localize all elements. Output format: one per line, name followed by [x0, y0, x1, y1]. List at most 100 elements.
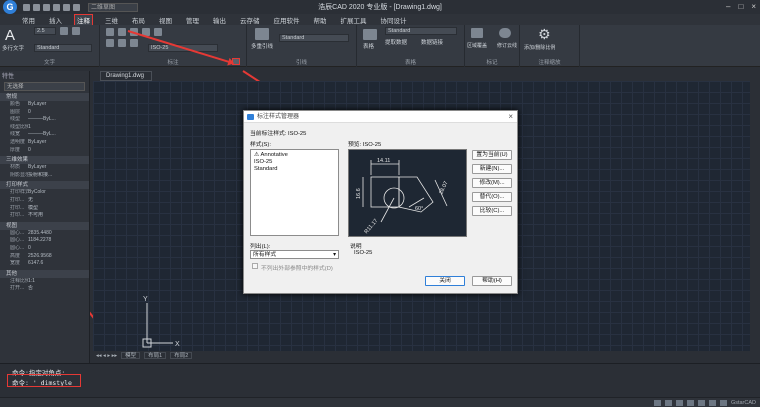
- dialog-close-button[interactable]: 关闭: [425, 276, 465, 286]
- property-value[interactable]: 0: [28, 147, 89, 155]
- print-icon[interactable]: [53, 3, 60, 11]
- property-section-header[interactable]: 打印样式: [0, 181, 89, 190]
- snap-icon[interactable]: [653, 399, 661, 406]
- property-row[interactable]: 打开... 否: [0, 285, 89, 293]
- menu-extensions[interactable]: 扩展工具: [339, 15, 369, 25]
- property-row[interactable]: 材质 ByLayer: [0, 164, 89, 172]
- property-row[interactable]: 透明度 ByLayer: [0, 139, 89, 147]
- add-scale-button[interactable]: 添加/删除比例: [524, 44, 555, 51]
- property-row[interactable]: 高度 2526.9568: [0, 253, 89, 261]
- table-label[interactable]: 表格: [363, 42, 374, 50]
- new-style-button[interactable]: 新建(N)...: [472, 164, 512, 174]
- linear-dim-icon[interactable]: [106, 28, 114, 36]
- maximize-button[interactable]: □: [738, 2, 743, 11]
- property-row[interactable]: 打印... 模型: [0, 205, 89, 213]
- table-icon[interactable]: [363, 29, 377, 40]
- menu-collab[interactable]: 协同设计: [379, 15, 409, 25]
- tab-model[interactable]: 模型: [121, 352, 141, 359]
- property-value[interactable]: 否: [28, 285, 89, 293]
- property-value[interactable]: 无: [28, 197, 89, 205]
- property-value[interactable]: 0: [28, 245, 89, 253]
- property-row[interactable]: 图层 0: [0, 109, 89, 117]
- menu-3d[interactable]: 三维: [103, 15, 120, 25]
- property-value[interactable]: 1184.2278: [28, 237, 89, 245]
- property-value[interactable]: 2526.9568: [28, 253, 89, 261]
- property-value[interactable]: ———ByL...: [28, 116, 89, 124]
- grid-icon[interactable]: [664, 399, 672, 406]
- property-value[interactable]: 6147.6: [28, 260, 89, 268]
- tab-layout1[interactable]: 布局1: [144, 352, 167, 359]
- extract-data-button[interactable]: 提取数据: [385, 38, 407, 46]
- property-row[interactable]: 线型 ———ByL...: [0, 116, 89, 124]
- wipeout-icon[interactable]: [471, 28, 483, 38]
- app-logo[interactable]: G: [3, 0, 17, 14]
- style-list[interactable]: ⚠ Annotative ISO-25 Standard: [250, 149, 339, 236]
- redo-icon[interactable]: [73, 3, 80, 11]
- style-item-iso25[interactable]: ISO-25: [254, 159, 335, 166]
- text-a-icon[interactable]: A: [5, 27, 15, 44]
- mleader-style-select[interactable]: Standard: [279, 34, 349, 42]
- close-button[interactable]: ×: [751, 2, 756, 11]
- menu-output[interactable]: 输出: [211, 15, 228, 25]
- property-value[interactable]: 0: [28, 109, 89, 117]
- property-section-header[interactable]: 其他: [0, 269, 89, 278]
- multileader-label[interactable]: 多重引线: [251, 42, 273, 50]
- property-row[interactable]: 圆心... 0: [0, 245, 89, 253]
- menu-help[interactable]: 帮助: [312, 15, 329, 25]
- new-icon[interactable]: [23, 3, 30, 11]
- multileader-icon[interactable]: [255, 28, 269, 40]
- table-style-select[interactable]: Standard: [385, 27, 457, 35]
- xref-checkbox[interactable]: [252, 263, 258, 269]
- property-value[interactable]: ByColor: [28, 189, 89, 197]
- text-style-select[interactable]: Standard: [34, 44, 92, 52]
- otrack-icon[interactable]: [708, 399, 716, 406]
- quick-dim-icon[interactable]: [130, 39, 138, 47]
- revcloud-label[interactable]: 修订云线: [497, 42, 517, 49]
- aligned-dim-icon[interactable]: [118, 28, 126, 36]
- ortho-icon[interactable]: [675, 399, 683, 406]
- property-value[interactable]: 1:1: [28, 278, 89, 286]
- lineweight-icon[interactable]: [719, 399, 727, 406]
- menu-home[interactable]: 常用: [20, 15, 37, 25]
- override-style-button[interactable]: 替代(O)...: [472, 192, 512, 202]
- property-row[interactable]: 打印样式 ByColor: [0, 189, 89, 197]
- property-row[interactable]: 圆心... 2835.4480: [0, 230, 89, 238]
- property-row[interactable]: 厚度 0: [0, 147, 89, 155]
- open-icon[interactable]: [33, 3, 40, 11]
- mtext-label[interactable]: 多行文字: [2, 44, 24, 52]
- baseline-dim-icon[interactable]: [106, 39, 114, 47]
- menu-apps[interactable]: 应用软件: [272, 15, 302, 25]
- property-row[interactable]: 打印... 不可用: [0, 212, 89, 220]
- set-current-button[interactable]: 置为当前(U): [472, 150, 512, 160]
- dialog-close-icon[interactable]: ×: [508, 111, 513, 123]
- check-spelling-icon[interactable]: [60, 27, 68, 35]
- property-value[interactable]: ByLayer: [28, 101, 89, 109]
- command-window[interactable]: 命令:指定对角点: 命令: '_dimstyle: [0, 363, 760, 397]
- property-value[interactable]: ByLayer: [28, 139, 89, 147]
- menu-layout[interactable]: 布局: [130, 15, 147, 25]
- selection-dropdown[interactable]: 无选择: [4, 82, 85, 91]
- save-icon[interactable]: [43, 3, 50, 11]
- property-value[interactable]: 投射和接...: [28, 172, 89, 180]
- modify-style-button[interactable]: 修改(M)...: [472, 178, 512, 188]
- dialog-help-button[interactable]: 帮助(H): [472, 276, 512, 286]
- style-item-standard[interactable]: Standard: [254, 166, 335, 173]
- menu-manage[interactable]: 管理: [184, 15, 201, 25]
- find-text-icon[interactable]: [72, 27, 80, 35]
- revcloud-icon[interactable]: [499, 28, 511, 38]
- property-section-header[interactable]: 视图: [0, 221, 89, 230]
- data-link-button[interactable]: 数据链接: [421, 38, 443, 46]
- property-row[interactable]: 线型比例 1: [0, 124, 89, 132]
- property-value[interactable]: ———ByL...: [28, 131, 89, 139]
- property-value[interactable]: 不可用: [28, 212, 89, 220]
- property-row[interactable]: 圆心... 1184.2278: [0, 237, 89, 245]
- menu-cloud[interactable]: 云存储: [238, 15, 262, 25]
- list-filter-select[interactable]: 所有样式 ▾: [250, 250, 339, 259]
- property-value[interactable]: 模型: [28, 205, 89, 213]
- property-section-header[interactable]: 常规: [0, 93, 89, 101]
- vertical-scrollbar[interactable]: [750, 81, 758, 351]
- property-section-header[interactable]: 三维效果: [0, 156, 89, 165]
- property-row[interactable]: 颜色 ByLayer: [0, 101, 89, 109]
- annotation-scale-icon[interactable]: ⚙: [538, 26, 551, 43]
- continue-dim-icon[interactable]: [118, 39, 126, 47]
